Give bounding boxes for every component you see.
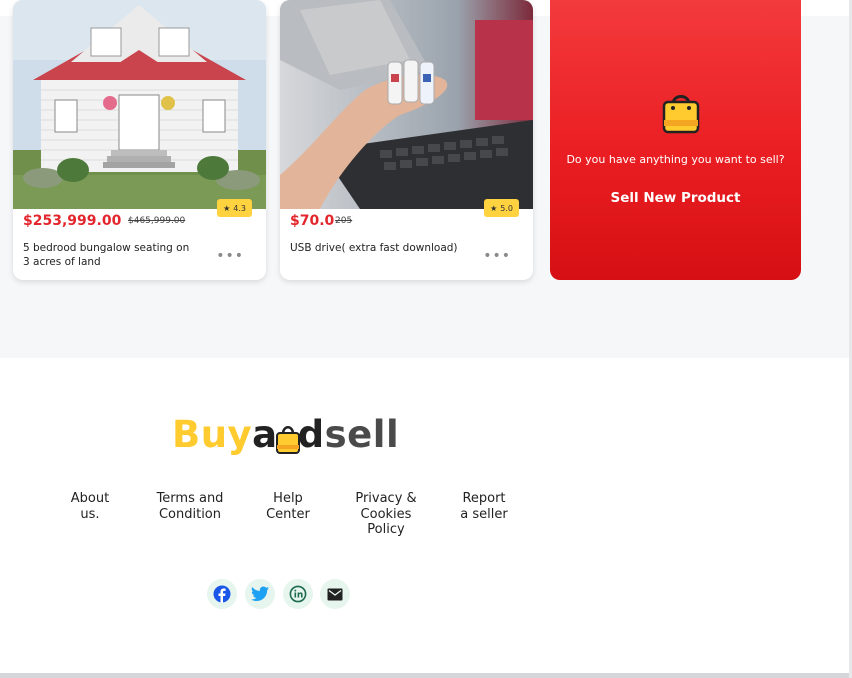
more-horizontal-icon[interactable]: ••• (216, 248, 244, 264)
rating-badge: ★ 5.0 (484, 199, 519, 217)
link-line: a seller (460, 506, 508, 522)
product-card[interactable]: $70.0 205 ★ 5.0 USB drive( extra fast do… (280, 0, 533, 280)
logo-bag-icon (275, 423, 300, 454)
footer (0, 358, 852, 673)
rating-badge: ★ 4.3 (217, 199, 252, 217)
link-line: Center (266, 506, 310, 522)
product-description: USB drive( extra fast download) (290, 242, 458, 254)
shopping-bag-icon (662, 95, 700, 134)
linkedin-icon[interactable] (283, 579, 313, 609)
logo-text-sell: sell (324, 413, 400, 456)
footer-link-report[interactable]: Report a seller (452, 491, 516, 522)
link-line: Terms and (156, 491, 224, 506)
footer-link-about[interactable]: About us. (60, 491, 120, 522)
link-line: Report (462, 491, 506, 506)
bottom-bar (0, 673, 852, 678)
star-icon: ★ (490, 203, 498, 213)
rating-value: 5.0 (500, 203, 513, 213)
link-line: Policy (367, 522, 405, 537)
link-line: Cookies (360, 506, 412, 522)
rating-value: 4.3 (233, 203, 246, 213)
product-old-price: 205 (335, 216, 353, 226)
footer-link-privacy[interactable]: Privacy & Cookies Policy (350, 491, 422, 538)
footer-link-help[interactable]: Help Center (258, 491, 318, 522)
link-line: us. (80, 506, 100, 522)
link-line: Help (273, 491, 303, 506)
product-description: 5 bedrood bungalow seating on 3 acres of… (23, 242, 190, 268)
link-line: About (70, 491, 110, 506)
logo-text-d: d (297, 413, 325, 456)
sell-question: Do you have anything you want to sell? (566, 153, 785, 166)
product-card[interactable]: $253,999.00 $465,999.00 ★ 4.3 5 bedrood … (13, 0, 266, 280)
product-price: $70.0 (290, 213, 335, 229)
footer-link-terms[interactable]: Terms and Condition (148, 491, 232, 522)
product-image-usb[interactable] (280, 0, 533, 209)
logo-text-buy: Buy (172, 413, 253, 456)
more-horizontal-icon[interactable]: ••• (483, 248, 511, 264)
product-price: $253,999.00 (23, 213, 122, 229)
buyandsell-logo[interactable]: Buy a d sell (172, 405, 400, 456)
facebook-icon[interactable] (207, 579, 237, 609)
link-line: Condition (158, 506, 222, 522)
email-icon[interactable] (320, 579, 350, 609)
logo-text-a: a (252, 413, 278, 456)
link-line: Privacy & (355, 491, 417, 506)
sell-new-product-card[interactable]: Do you have anything you want to sell? S… (550, 0, 801, 280)
twitter-icon[interactable] (245, 579, 275, 609)
product-image-house[interactable] (13, 0, 266, 209)
sell-new-product-button[interactable]: Sell New Product (550, 190, 801, 206)
star-icon: ★ (223, 203, 231, 213)
product-old-price: $465,999.00 (128, 216, 186, 226)
